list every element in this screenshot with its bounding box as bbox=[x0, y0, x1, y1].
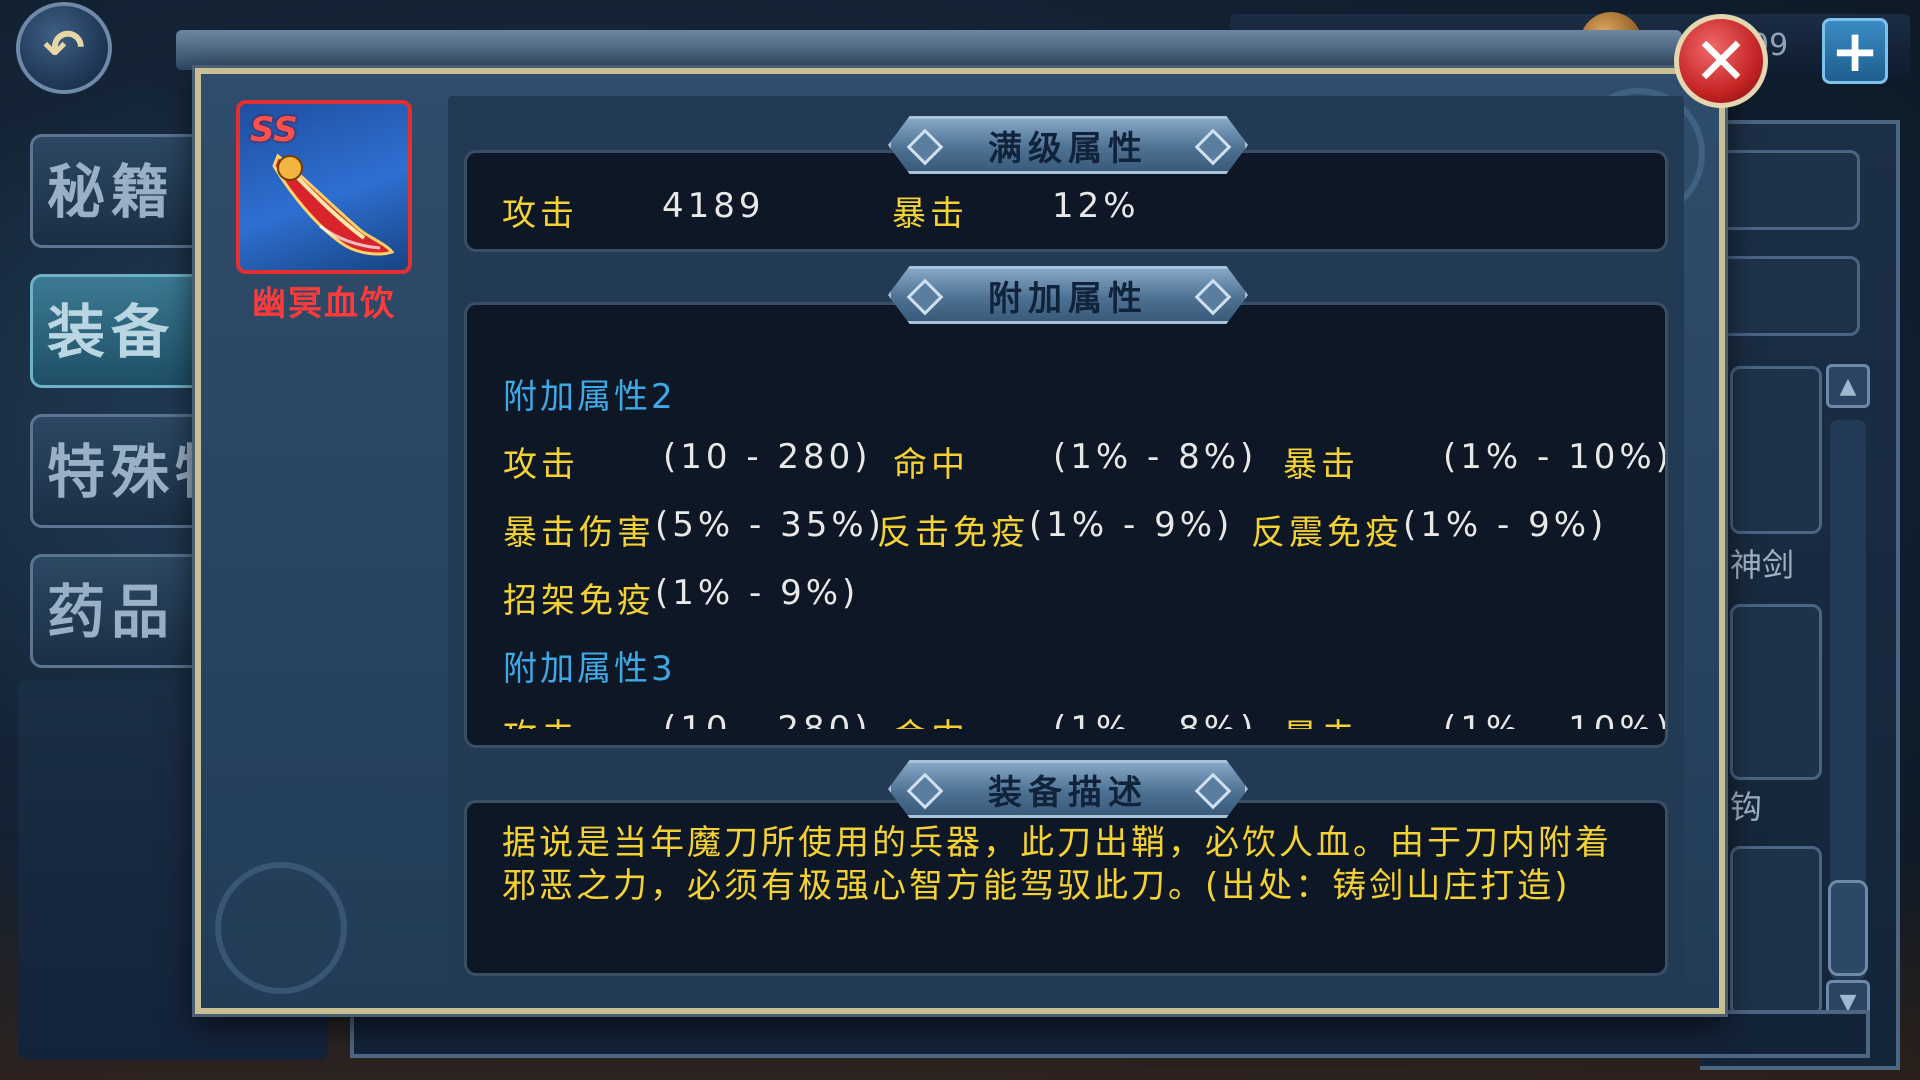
attr-label: 反震免疫 bbox=[1251, 513, 1403, 553]
list-slot[interactable] bbox=[1720, 150, 1860, 230]
section-title: 装备描述 bbox=[988, 772, 1148, 813]
list-item-label: 钩 bbox=[1730, 788, 1763, 826]
plus-icon: + bbox=[1830, 17, 1880, 85]
attr-label: 攻击 bbox=[503, 709, 663, 729]
attr-label: 命中 bbox=[893, 445, 969, 485]
list-item-label: 神剑 bbox=[1730, 546, 1795, 584]
attr-range: (1% - 9%) bbox=[1403, 505, 1608, 545]
attr-range: (1% - 10%) bbox=[1443, 709, 1665, 729]
scrollbar-thumb[interactable] bbox=[1828, 880, 1868, 976]
attr-range: (5% - 35%) bbox=[655, 505, 885, 545]
attr-range: (10 - 280) bbox=[663, 437, 872, 477]
attr-range: (1% - 9%) bbox=[655, 573, 860, 613]
section-title: 满级属性 bbox=[988, 128, 1148, 169]
add-resource-button[interactable]: + bbox=[1822, 17, 1888, 85]
list-item-sword[interactable] bbox=[1730, 366, 1822, 534]
corner-ornament-icon bbox=[215, 862, 347, 994]
extra-attributes-viewport: 附加属性2 攻击 (10 - 280) 命中 (1% - 8%) 暴击 (1% … bbox=[467, 305, 1665, 729]
stat-value: 12% bbox=[1052, 186, 1140, 226]
list-slot[interactable] bbox=[1720, 256, 1860, 336]
bottom-bar bbox=[350, 1010, 1870, 1058]
attr-row: 招架免疫 (1% - 9%) bbox=[503, 573, 859, 622]
close-button[interactable]: ✕ bbox=[1674, 14, 1768, 108]
back-button[interactable]: ↶ bbox=[16, 2, 112, 94]
attr-label: 暴击 bbox=[1283, 445, 1359, 485]
close-icon: ✕ bbox=[1693, 22, 1749, 100]
item-description: 据说是当年魔刀所使用的兵器，此刀出鞘，必饮人血。由于刀内附着邪恶之力，必须有极强… bbox=[502, 823, 1612, 906]
attr-label: 反击免疫 bbox=[877, 513, 1029, 553]
attr-label: 攻击 bbox=[503, 445, 579, 485]
attr-range: (1% - 8%) bbox=[1053, 709, 1258, 729]
item-name: 幽冥血饮 bbox=[252, 284, 396, 324]
attr-group-title: 附加属性2 bbox=[503, 377, 676, 417]
back-arrow-icon: ↶ bbox=[43, 19, 85, 77]
attr-range: (1% - 10%) bbox=[1443, 437, 1665, 477]
attr-group-title: 附加属性3 bbox=[503, 649, 676, 689]
stat-label: 攻击 bbox=[502, 194, 578, 234]
stat-label: 暴击 bbox=[892, 194, 968, 234]
list-item[interactable] bbox=[1730, 846, 1822, 1016]
modal-top-rail bbox=[176, 30, 1682, 70]
attr-label: 暴击 bbox=[1283, 709, 1443, 729]
stat-value: 4189 bbox=[662, 186, 765, 226]
attr-range: (1% - 9%) bbox=[1029, 505, 1234, 545]
attr-row: 攻击 (10 - 280) 命中 (1% - 8%) 暴击 (1% - 10%) bbox=[503, 437, 1665, 486]
blade-icon bbox=[272, 153, 395, 256]
scroll-up-button[interactable]: ▲ bbox=[1826, 364, 1870, 408]
attr-row: 攻击 (10 - 280) 命中 (1% - 8%) 暴击 (1% - 10%) bbox=[503, 709, 1665, 729]
list-item-hook[interactable] bbox=[1730, 604, 1822, 780]
attr-range: (1% - 8%) bbox=[1053, 437, 1258, 477]
attr-range: (10 - 280) bbox=[663, 709, 872, 729]
attr-label: 命中 bbox=[893, 709, 1053, 729]
stat-row: 攻击 4189 暴击 12% bbox=[502, 186, 1140, 235]
attr-row: 暴击伤害 (5% - 35%) 反击免疫 (1% - 9%) 反震免疫 (1% … bbox=[503, 505, 1607, 554]
arrow-up-icon: ▲ bbox=[1839, 373, 1857, 399]
attr-label: 招架免疫 bbox=[503, 581, 655, 621]
item-icon-frame: SS bbox=[236, 100, 412, 274]
attr-label: 暴击伤害 bbox=[503, 513, 655, 553]
